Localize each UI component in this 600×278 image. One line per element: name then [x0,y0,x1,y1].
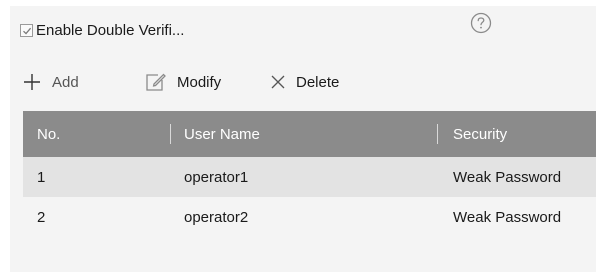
add-label: Add [52,73,79,91]
column-divider [170,124,171,144]
user-table: No. User Name Security 1 operator1 Weak … [23,111,596,237]
modify-button[interactable]: Modify [145,72,270,92]
toolbar: Add Modify Delete [22,70,339,94]
cell-no: 2 [37,208,46,226]
table-header: No. User Name Security [23,111,596,157]
column-header-user-name[interactable]: User Name [170,111,437,157]
column-header-user-name-label: User Name [184,125,260,143]
table-row[interactable]: 1 operator1 Weak Password [23,157,596,197]
cell-no: 1 [37,168,46,186]
column-header-security-label: Security [453,125,508,143]
double-verify-label: Enable Double Verifi... [36,22,185,39]
edit-icon [146,73,166,91]
add-button[interactable]: Add [22,72,145,92]
column-header-no-label: No. [37,125,61,143]
x-icon [271,75,285,89]
double-verify-checkbox[interactable] [20,24,33,37]
column-header-no[interactable]: No. [23,111,170,157]
checkmark-icon [22,27,31,35]
double-verify-option[interactable]: Enable Double Verifi... [20,22,184,39]
modify-label: Modify [177,73,222,91]
delete-label: Delete [296,73,340,91]
column-divider [437,124,438,144]
help-circle-icon[interactable] [470,12,492,34]
delete-button[interactable]: Delete [270,74,339,91]
plus-icon [24,74,40,90]
cell-security: Weak Password [453,168,562,186]
table-row[interactable]: 2 operator2 Weak Password [23,197,596,237]
cell-user-name: operator2 [184,208,249,226]
cell-user-name: operator1 [184,168,249,186]
cell-security: Weak Password [453,208,562,226]
column-header-security[interactable]: Security [437,111,596,157]
